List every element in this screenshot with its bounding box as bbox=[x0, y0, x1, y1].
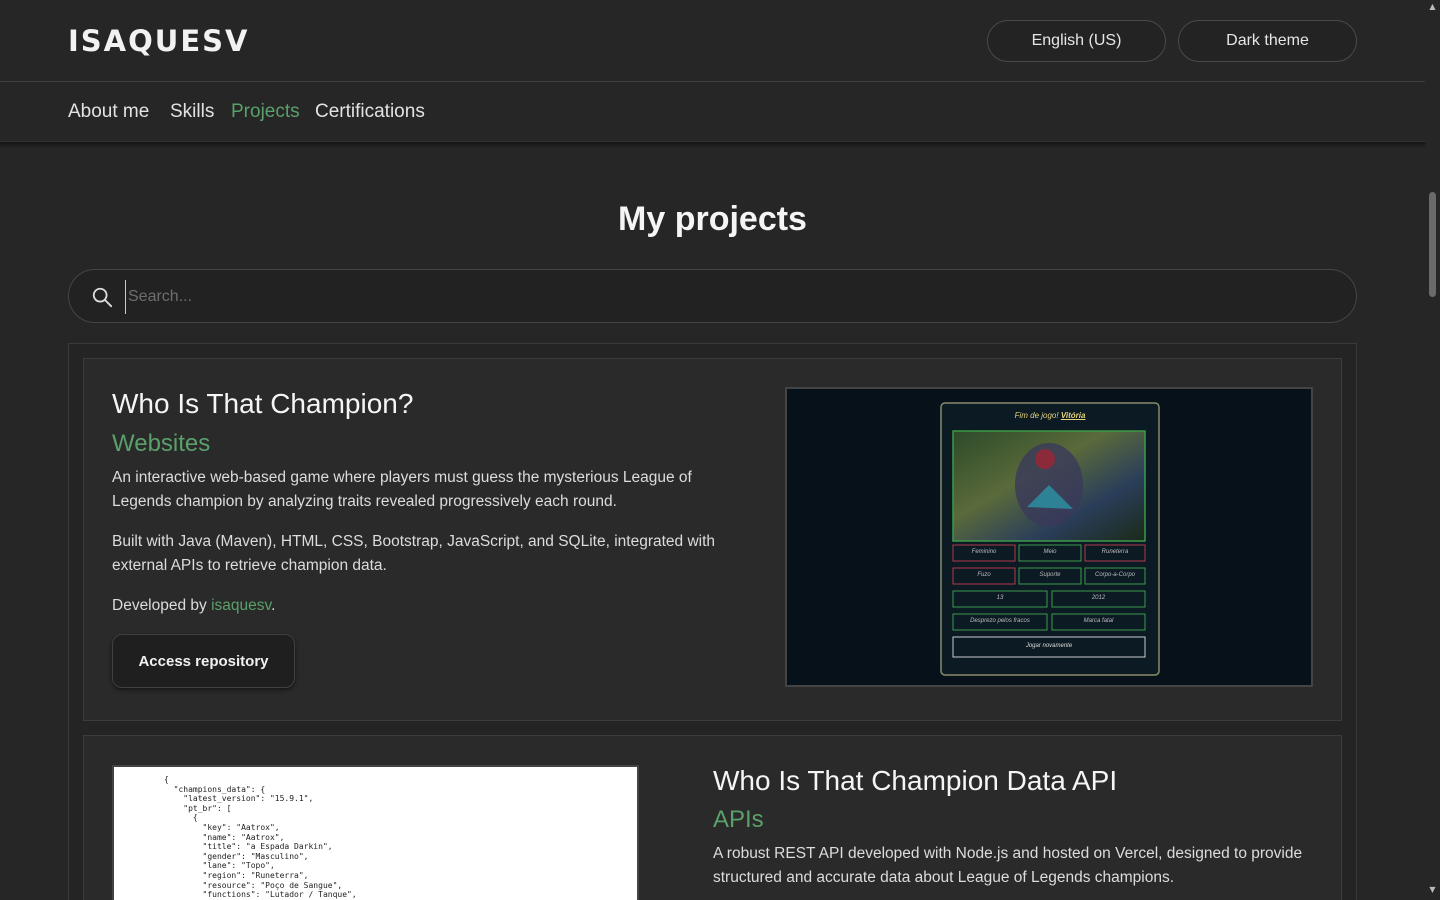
search-icon bbox=[92, 287, 113, 308]
nav-divider bbox=[0, 142, 1425, 148]
game-tile: Fuzo bbox=[977, 572, 991, 578]
project-author: Developed by isaquesv. bbox=[112, 594, 722, 618]
game-tile: 13 bbox=[996, 595, 1004, 601]
project-title: Who Is That Champion? bbox=[112, 388, 414, 419]
game-result-heading: Fim de jogo! Vitória bbox=[941, 411, 1159, 420]
game-tile: Feminino bbox=[971, 549, 997, 555]
nav-item-about[interactable]: About me bbox=[68, 101, 149, 123]
code-snippet: { "champions_data": { "latest_version": … bbox=[164, 775, 357, 900]
scroll-up-icon[interactable]: ▲ bbox=[1427, 2, 1438, 12]
site-logo[interactable]: ISAQUESV bbox=[68, 24, 249, 58]
search-input[interactable] bbox=[125, 280, 1325, 314]
nav-item-skills[interactable]: Skills bbox=[170, 101, 214, 123]
page-title: My projects bbox=[618, 200, 807, 238]
game-result-value: Vitória bbox=[1060, 411, 1086, 420]
game-tile: Desprezo pelos fracos bbox=[970, 618, 1030, 624]
author-link[interactable]: isaquesv bbox=[211, 597, 271, 614]
game-result-prefix: Fim de jogo! bbox=[1014, 411, 1059, 420]
project-category: APIs bbox=[713, 806, 764, 833]
search-bar bbox=[68, 269, 1357, 323]
project-category: Websites bbox=[112, 430, 211, 457]
nav-item-projects[interactable]: Projects bbox=[231, 101, 300, 123]
game-tile: Suporte bbox=[1039, 572, 1061, 578]
scroll-down-icon[interactable]: ▼ bbox=[1427, 885, 1438, 895]
nav-item-certifications[interactable]: Certifications bbox=[315, 101, 425, 123]
game-tile: Runeterra bbox=[1101, 549, 1129, 555]
project-screenshot: Fim de jogo! Vitória Feminino Meio Runet… bbox=[785, 387, 1313, 687]
scrollbar-thumb[interactable] bbox=[1429, 192, 1436, 297]
game-tile: Marca fatal bbox=[1083, 618, 1114, 624]
project-description: An interactive web-based game where play… bbox=[112, 469, 692, 510]
theme-toggle-button[interactable]: Dark theme bbox=[1178, 20, 1357, 62]
project-screenshot: { "champions_data": { "latest_version": … bbox=[112, 765, 639, 900]
game-tile: Corpo-a-Corpo bbox=[1094, 572, 1136, 578]
play-again-button: Jogar novamente bbox=[1025, 643, 1073, 649]
game-tile: 2012 bbox=[1091, 595, 1106, 601]
author-suffix: . bbox=[271, 597, 276, 614]
access-repository-button[interactable]: Access repository bbox=[112, 634, 295, 688]
game-tile: Meio bbox=[1043, 549, 1057, 555]
page-scrollbar[interactable] bbox=[1425, 0, 1440, 900]
project-description: A robust REST API developed with Node.js… bbox=[713, 845, 1303, 886]
project-tech: Built with Java (Maven), HTML, CSS, Boot… bbox=[112, 533, 716, 574]
project-title: Who Is That Champion Data API bbox=[713, 765, 1118, 796]
author-prefix: Developed by bbox=[112, 597, 212, 614]
language-button[interactable]: English (US) bbox=[987, 20, 1166, 62]
